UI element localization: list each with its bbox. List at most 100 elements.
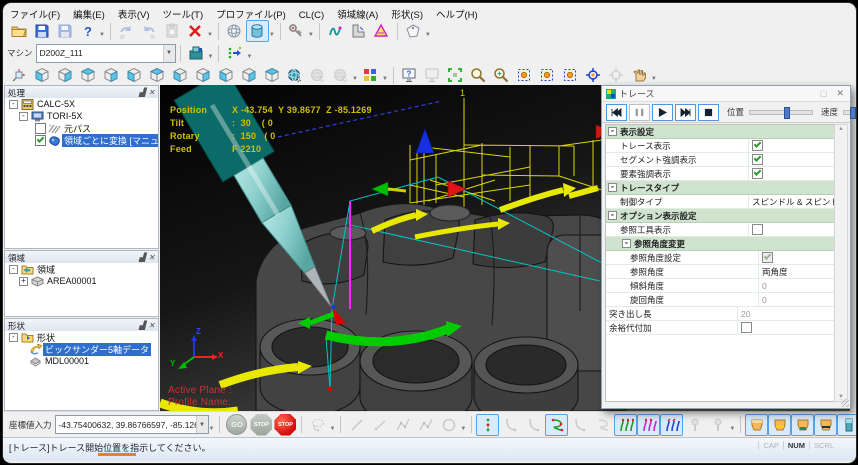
delete-icon[interactable] (184, 20, 207, 42)
wave-blue-icon[interactable] (660, 414, 683, 436)
checkbox[interactable] (752, 168, 763, 179)
scroll-up-icon[interactable]: ▲ (835, 126, 847, 132)
expand-icon[interactable]: + (19, 277, 28, 286)
menu-tools[interactable]: ツール(T) (162, 7, 203, 21)
point-display-icon[interactable] (476, 414, 499, 436)
close-icon[interactable]: ✕ (148, 321, 155, 330)
rotate-pick-icon[interactable] (329, 64, 352, 86)
overflow-arrow-icon[interactable]: ▼ (209, 426, 215, 432)
tree-row-5axis-data[interactable]: ビックサンダー5軸データ (5, 343, 158, 355)
row-tilt-angle[interactable]: 傾斜角度0 (606, 279, 834, 293)
overflow-arrow-icon[interactable]: ▼ (382, 76, 388, 82)
triangle-measure-icon[interactable] (370, 20, 393, 42)
tool-cylinder-icon[interactable] (837, 414, 857, 436)
axis-cube-icon[interactable] (7, 64, 30, 86)
row-reference-tool[interactable]: 参照工具表示 (606, 223, 834, 237)
overflow-arrow-icon[interactable]: ▼ (352, 76, 358, 82)
row-segment-highlight[interactable]: セグメント強調表示 (606, 153, 834, 167)
view-shaded-cube-icon[interactable] (260, 64, 283, 86)
pin-icon[interactable]: ▟ (139, 253, 145, 262)
plunge-pin-icon[interactable] (683, 414, 706, 436)
rotate-view-gray-icon[interactable] (306, 64, 329, 86)
wave-green-icon[interactable] (614, 414, 637, 436)
row-control-type[interactable]: 制御タイプスピンドル & スピンドル (606, 195, 834, 209)
tool-band-icon[interactable] (768, 414, 791, 436)
help-icon[interactable]: ? (76, 20, 99, 42)
menu-profile[interactable]: プロファイル(P) (216, 7, 286, 21)
collapse-icon[interactable]: - (19, 112, 28, 121)
checkbox[interactable] (35, 135, 46, 146)
menu-region-line[interactable]: 領域線(A) (337, 7, 378, 21)
overflow-arrow-icon[interactable]: ▼ (729, 426, 735, 432)
trace-dialog-titlebar[interactable]: トレース ▢ ✕ (602, 86, 850, 101)
tree-row-calc[interactable]: - CALC-5X (5, 98, 158, 110)
point-line-icon[interactable] (368, 414, 391, 436)
rotate-view-icon[interactable] (283, 64, 306, 86)
curve2-icon[interactable] (522, 414, 545, 436)
monitor-help-icon[interactable]: ? (398, 64, 421, 86)
overflow-arrow-icon[interactable]: ▼ (99, 32, 105, 38)
tree-row-mdl[interactable]: MDL00001 (5, 355, 158, 367)
tool-cup-icon[interactable] (791, 414, 814, 436)
tag-icon[interactable] (402, 20, 425, 42)
spring-path-icon[interactable] (324, 20, 347, 42)
tree-row-motopass[interactable]: S 元パス (5, 122, 158, 134)
tree-row-region-root[interactable]: - 領域 (5, 263, 158, 275)
checkbox[interactable] (752, 224, 763, 235)
overflow-arrow-icon[interactable]: ▼ (425, 32, 431, 38)
collapse-icon[interactable]: - (9, 100, 18, 109)
machine-combo[interactable]: D200Z_111 ▼ (36, 44, 176, 63)
menu-file[interactable]: ファイル(F) (10, 7, 60, 21)
row-margin-add[interactable]: 余裕代付加 (606, 321, 834, 335)
checkbox[interactable] (762, 252, 773, 263)
shaded-view-icon[interactable] (246, 20, 269, 42)
view-back-icon[interactable] (145, 64, 168, 86)
zoom-previous-icon[interactable] (559, 64, 582, 86)
stop-gray-button[interactable]: STOP (250, 414, 272, 436)
monitor-icon[interactable] (421, 64, 444, 86)
tree-row-shape-root[interactable]: - 形状 (5, 331, 158, 343)
section-reference-angle[interactable]: -参照角度変更 (606, 237, 834, 251)
view-right-icon[interactable] (99, 64, 122, 86)
checkbox[interactable] (752, 154, 763, 165)
view-front-icon[interactable] (122, 64, 145, 86)
angle-block-icon[interactable] (347, 20, 370, 42)
polyline-icon[interactable] (391, 414, 414, 436)
menu-help[interactable]: ヘルプ(H) (436, 7, 478, 21)
tool-dark-icon[interactable] (814, 414, 837, 436)
overflow-arrow-icon[interactable]: ▼ (329, 426, 335, 432)
coil-gray-icon[interactable] (591, 414, 614, 436)
overflow-arrow-icon[interactable]: ▼ (308, 32, 314, 38)
circle-icon[interactable] (437, 414, 460, 436)
coord-input-combo[interactable]: -43.75400632, 39.86766597, -85.12692261 … (55, 415, 209, 434)
tree-row-tori[interactable]: - TORI-5X (5, 110, 158, 122)
pin-icon[interactable]: ▟ (139, 321, 145, 330)
stop-button[interactable] (698, 104, 719, 121)
play-button[interactable] (652, 104, 673, 121)
lasso-pick-icon[interactable] (306, 414, 329, 436)
stop-red-button[interactable]: STOP (274, 414, 296, 436)
overflow-arrow-icon[interactable]: ▼ (269, 32, 275, 38)
checkbox[interactable] (35, 123, 46, 134)
section-trace-type[interactable]: -トレースタイプ (606, 181, 834, 195)
wireframe-view-icon[interactable] (223, 20, 246, 42)
center-target-icon[interactable] (582, 64, 605, 86)
section-display-settings[interactable]: -表示設定 (606, 125, 834, 139)
magnifier-icon[interactable] (467, 64, 490, 86)
pin-icon[interactable]: ▟ (139, 88, 145, 97)
polyline2-icon[interactable] (414, 414, 437, 436)
dialog-scrollbar[interactable]: ▲▼ (834, 124, 848, 402)
path-transfer-icon[interactable] (223, 42, 246, 64)
wave-magenta-icon[interactable] (637, 414, 660, 436)
save-icon[interactable] (30, 20, 53, 42)
overflow-arrow-icon[interactable]: ▼ (208, 54, 214, 60)
view-iso-icon[interactable] (30, 64, 53, 86)
checkbox[interactable] (752, 140, 763, 151)
menu-shape[interactable]: 形状(S) (391, 7, 423, 21)
zoom-fit-icon[interactable] (444, 64, 467, 86)
tool-flat-icon[interactable] (745, 414, 768, 436)
row-ref-angle-setting[interactable]: 参照角度設定 (606, 251, 834, 265)
row-ref-angle[interactable]: 参照角度両角度 (606, 265, 834, 279)
go-button[interactable]: GO (226, 414, 247, 435)
line-icon[interactable] (345, 414, 368, 436)
